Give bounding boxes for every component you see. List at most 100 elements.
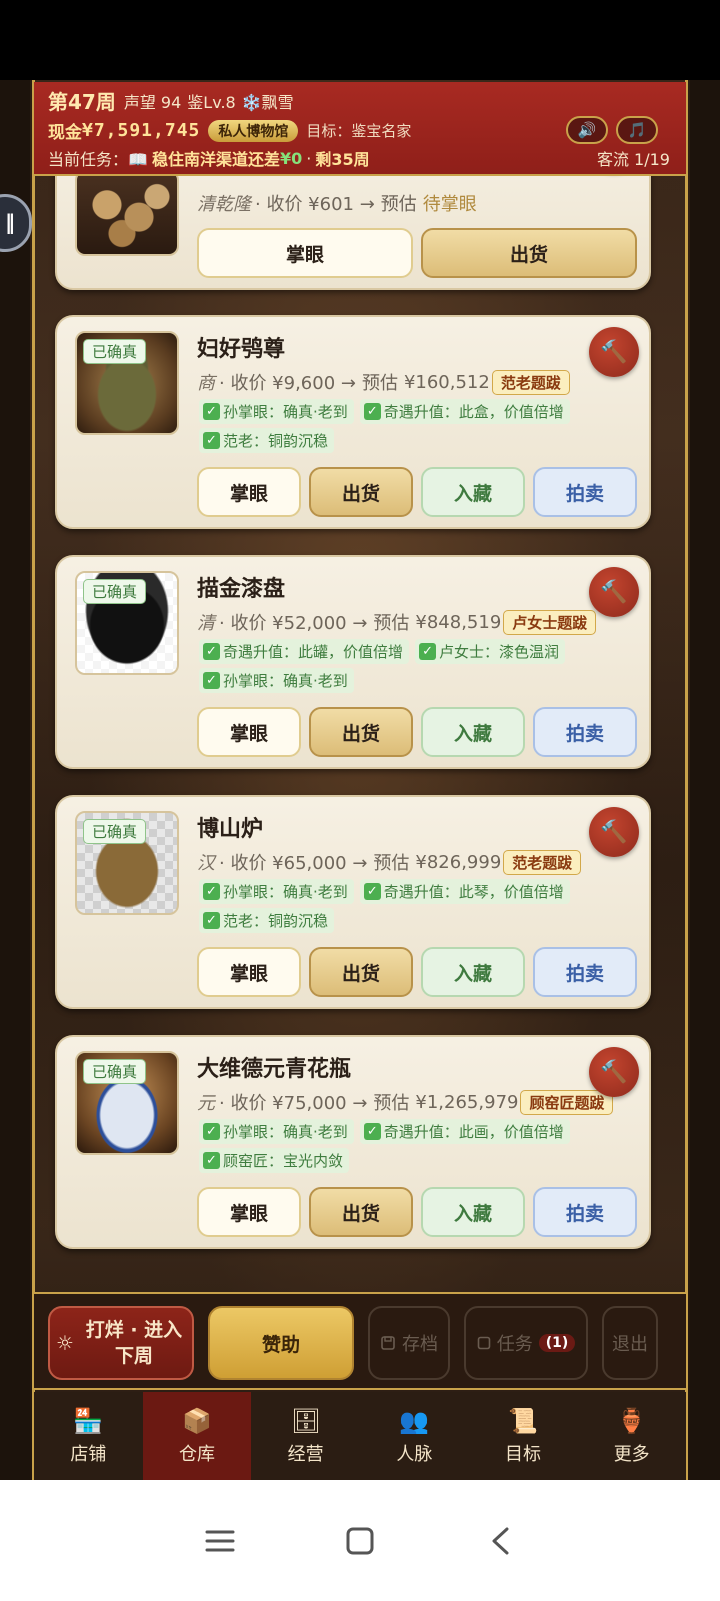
inscription-tag: 范老题跋 <box>491 369 570 395</box>
note-chip: ✓ 孙掌眼：确真·老到 <box>199 1119 354 1144</box>
sell-button[interactable]: 出货 <box>309 1187 413 1237</box>
note-text: 奇遇升值：此罐，价值倍增 <box>223 643 404 661</box>
action-bar: ☼ 打烊 · 进入 下周 赞助 存档 任务 (1) 退出 <box>34 1292 686 1390</box>
tab-label: 目标 <box>505 1444 542 1465</box>
note-text: 孙掌眼：确真·老到 <box>223 672 348 690</box>
buy-price: · 收价 ¥52,000 → <box>219 613 368 634</box>
tab-goals[interactable]: 📜 目标 <box>469 1392 578 1480</box>
confirmed-badge: 已确真 <box>83 579 147 604</box>
check-icon: ✓ <box>363 883 381 900</box>
collect-button[interactable]: 入藏 <box>421 1187 525 1237</box>
back-button[interactable] <box>475 1516 525 1566</box>
inscription-tag: 顾窑匠题跋 <box>520 1089 614 1115</box>
home-button[interactable] <box>335 1516 385 1566</box>
auction-button[interactable]: 拍卖 <box>533 1187 637 1237</box>
estimate-value: ¥160,512 <box>403 371 490 393</box>
item-card: 已确真 妇好鸮尊 商 · 收价 ¥9,600 → 预估 ¥160,512 范老题… <box>55 315 651 529</box>
sell-button[interactable]: 出货 <box>309 467 413 517</box>
tasks-count-badge: (1) <box>538 1334 576 1352</box>
task-amount: ¥0 <box>279 148 303 168</box>
check-icon: ✓ <box>203 432 220 449</box>
save-button[interactable]: 存档 <box>368 1306 450 1380</box>
left-background-strip <box>0 80 30 1510</box>
note-chip: ✓ 孙掌眼：确真·老到 <box>199 399 354 424</box>
appraisal-notes: ✓ 孙掌眼：确真·老到 ✓ 奇遇升值：此琴，价值倍增 ✓ 范老：铜韵沉稳 <box>199 879 629 933</box>
check-icon: ✓ <box>203 403 220 420</box>
item-card: 已确真 大维德元青花瓶 元 · 收价 ¥75,000 → 预估 ¥1,265,9… <box>55 1035 651 1249</box>
confirmed-badge: 已确真 <box>83 339 147 364</box>
auction-button[interactable]: 拍卖 <box>533 467 637 517</box>
tab-more[interactable]: 🏺 更多 <box>577 1392 686 1480</box>
shop-icon: 🏪 <box>73 1407 104 1435</box>
note-text: 奇遇升值：此画，价值倍增 <box>383 1123 564 1141</box>
end-week-line2: 下周 <box>114 1345 153 1367</box>
end-week-button[interactable]: ☼ 打烊 · 进入 下周 <box>48 1306 194 1380</box>
appraise-hammer-icon[interactable]: 🔨 <box>589 567 639 617</box>
sell-button[interactable]: 出货 <box>309 707 413 757</box>
home-square-icon <box>346 1527 374 1554</box>
recents-button[interactable] <box>195 1516 245 1566</box>
music-toggle-icon[interactable]: 🎵 <box>616 116 658 144</box>
sound-toggle-icon[interactable]: 🔊 <box>566 116 608 144</box>
week-counter: 第47周 <box>48 90 116 114</box>
system-navigation-bar <box>0 1480 720 1601</box>
item-name: 妇好鸮尊 <box>197 337 286 362</box>
appraisal-level: 鉴Lv.8 <box>187 92 236 112</box>
note-text: 奇遇升值：此盒，价值倍增 <box>383 403 564 421</box>
estimate-value: ¥848,519 <box>415 611 502 633</box>
check-icon: ✓ <box>203 643 220 660</box>
guest-flow: 客流 1/19 <box>596 150 670 169</box>
note-text: 孙掌眼：确真·老到 <box>223 883 348 901</box>
check-icon: ✓ <box>363 403 381 420</box>
weather: ❄️飘雪 <box>241 92 294 112</box>
price-line: 商 · 收价 ¥9,600 → 预估 ¥160,512 范老题跋 <box>197 369 570 395</box>
inspect-button[interactable]: 掌眼 <box>197 947 301 997</box>
estimate-value: ¥1,265,979 <box>415 1091 519 1113</box>
bottom-tab-bar: 🏪 店铺 📦 仓库 🗄 经营 👥 人脉 📜 目标 🏺 更多 <box>34 1392 686 1480</box>
tab-operations[interactable]: 🗄 经营 <box>251 1392 360 1480</box>
note-text: 卢女士：漆色温润 <box>439 643 560 661</box>
collect-button[interactable]: 入藏 <box>421 947 525 997</box>
check-icon: ✓ <box>203 1123 220 1140</box>
cabinet-icon: 🗄 <box>290 1407 321 1435</box>
vase-icon: 🏺 <box>616 1407 647 1435</box>
estimate-label: 预估 <box>380 194 417 215</box>
tab-contacts[interactable]: 👥 人脉 <box>360 1392 469 1480</box>
item-era: 汉 <box>197 853 215 874</box>
sun-icon: ☼ <box>56 1331 74 1355</box>
appraise-hammer-icon[interactable]: 🔨 <box>589 807 639 857</box>
museum-badge[interactable]: 私人博物馆 <box>208 119 299 142</box>
inscription-tag: 卢女士题跋 <box>503 609 597 635</box>
note-chip: ✓ 奇遇升值：此琴，价值倍增 <box>359 879 570 904</box>
inspect-button[interactable]: 掌眼 <box>197 1187 301 1237</box>
auction-button[interactable]: 拍卖 <box>533 707 637 757</box>
tab-label: 仓库 <box>179 1444 215 1465</box>
sell-button[interactable]: 出货 <box>421 228 637 278</box>
appraisal-notes: ✓ 孙掌眼：确真·老到 ✓ 奇遇升值：此画，价值倍增 ✓ 顾窑匠：宝光内敛 <box>199 1119 629 1173</box>
item-card: 已确真 描金漆盘 清 · 收价 ¥52,000 → 预估 ¥848,519 卢女… <box>55 555 651 769</box>
item-actions: 掌眼 出货 入藏 拍卖 <box>197 467 637 517</box>
buy-price: · 收价 ¥9,600 → <box>219 373 356 394</box>
collect-button[interactable]: 入藏 <box>421 467 525 517</box>
appraise-hammer-icon[interactable]: 🔨 <box>589 327 639 377</box>
collect-button[interactable]: 入藏 <box>421 707 525 757</box>
tasks-button[interactable]: 任务 (1) <box>464 1306 588 1380</box>
tab-shop[interactable]: 🏪 店铺 <box>34 1392 143 1480</box>
inspect-button[interactable]: 掌眼 <box>197 228 413 278</box>
sponsor-button[interactable]: 赞助 <box>208 1306 354 1380</box>
task-body: 稳住南洋渠道还差 <box>151 150 280 169</box>
inspect-button[interactable]: 掌眼 <box>197 467 301 517</box>
item-name: 描金漆盘 <box>197 577 286 602</box>
sell-button[interactable]: 出货 <box>309 947 413 997</box>
auction-button[interactable]: 拍卖 <box>533 947 637 997</box>
appraise-hammer-icon[interactable]: 🔨 <box>589 1047 639 1097</box>
note-chip: ✓ 孙掌眼：确真·老到 <box>199 668 354 693</box>
tab-warehouse[interactable]: 📦 仓库 <box>142 1392 252 1480</box>
inspect-button[interactable]: 掌眼 <box>197 707 301 757</box>
check-icon: ✓ <box>363 1123 381 1140</box>
note-chip: ✓ 范老：铜韵沉稳 <box>199 908 335 933</box>
save-icon <box>381 1336 395 1350</box>
note-chip: ✓ 奇遇升值：此画，价值倍增 <box>359 1119 570 1144</box>
exit-button[interactable]: 退出 <box>602 1306 658 1380</box>
appraisal-notes: ✓ 孙掌眼：确真·老到 ✓ 奇遇升值：此盒，价值倍增 ✓ 范老：铜韵沉稳 <box>199 399 629 453</box>
